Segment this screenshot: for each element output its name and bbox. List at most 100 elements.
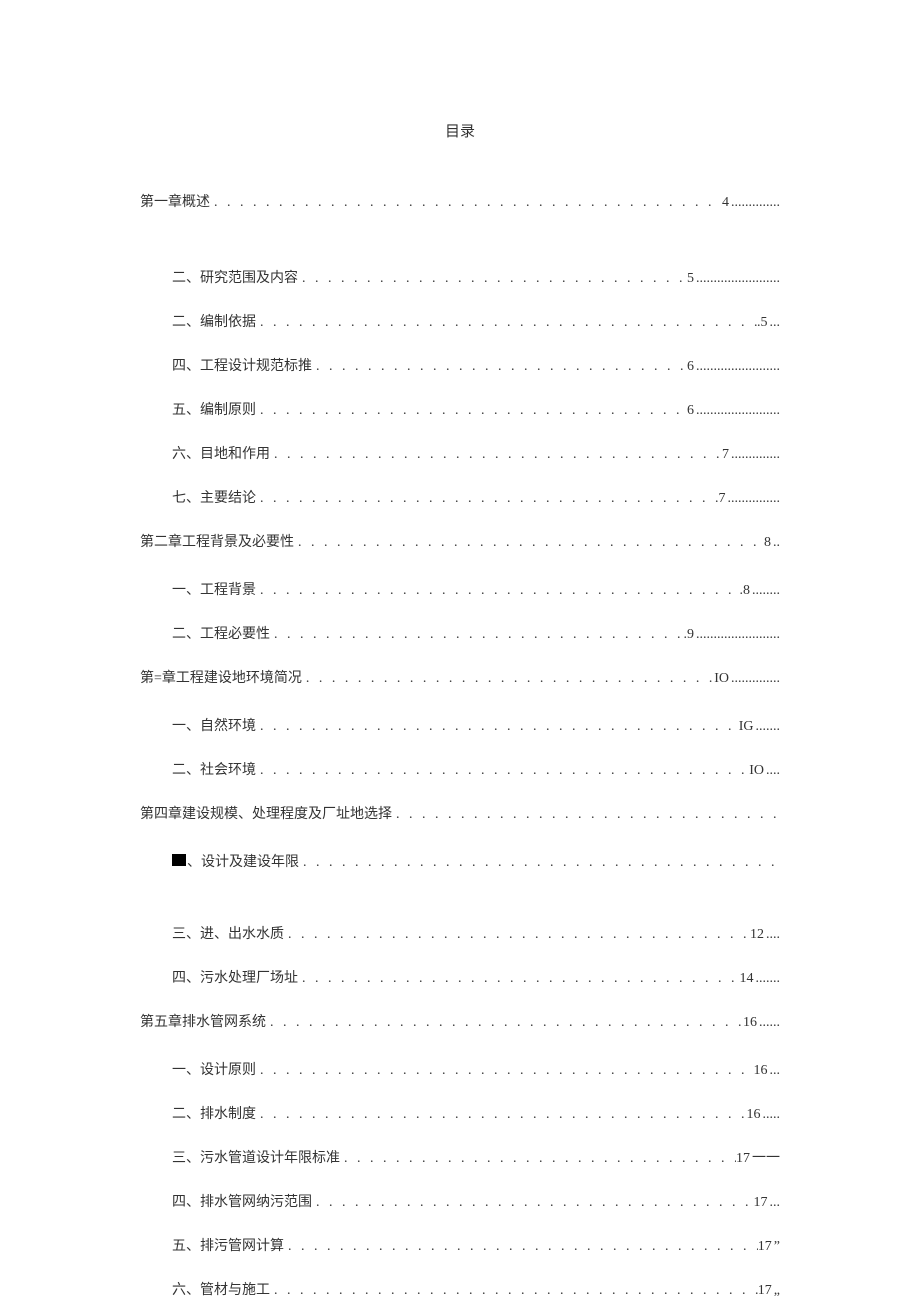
toc-entry: 二、社会环境IO.... <box>172 759 780 779</box>
toc-page-number: .5 <box>757 315 768 331</box>
toc-leader-dots <box>284 1239 758 1255</box>
toc-entry-text: 六、管材与施工 <box>172 1279 270 1299</box>
toc-trail: ............... <box>726 491 781 507</box>
toc-leader-dots <box>256 1107 747 1123</box>
toc-page-number: .9 <box>684 627 695 643</box>
table-of-contents: 第一章概述4..............二、研究范围及内容5..........… <box>140 191 780 1299</box>
toc-page-number: 14 <box>740 971 754 987</box>
toc-entry-text: 第五章排水管网系统 <box>140 1011 266 1031</box>
toc-trail: ” <box>772 1239 780 1255</box>
toc-leader-dots <box>256 403 687 419</box>
toc-entry-text: 第四章建设规模、处理程度及厂址地选择 <box>140 803 392 823</box>
toc-leader-dots <box>312 1195 754 1211</box>
toc-page-number: 7 <box>722 447 729 463</box>
toc-trail: ........................ <box>694 271 780 287</box>
toc-trail: .... <box>764 763 780 779</box>
toc-entry-text: 一、设计原则 <box>172 1059 256 1079</box>
toc-entry: 第一章概述 4.............. <box>140 191 780 211</box>
toc-trail: 一一 <box>750 1147 780 1167</box>
toc-page-number: 17 <box>758 1283 772 1299</box>
toc-page-number: 5 <box>687 271 694 287</box>
toc-leader-dots <box>256 583 740 599</box>
toc-page-number: 6 <box>687 403 694 419</box>
toc-entry-text: 三、污水管道设计年限标准 <box>172 1147 340 1167</box>
toc-page-number: 17 <box>754 1195 768 1211</box>
toc-leader-dots <box>270 1283 758 1299</box>
toc-entry: 一、工程背景.8 ........ <box>172 579 780 599</box>
toc-entry-text: 二、排水制度 <box>172 1103 256 1123</box>
toc-trail: .............. <box>729 195 780 211</box>
toc-entry: 第=章工程建设地环境简况IO .............. <box>140 667 780 687</box>
toc-page-number: 6 <box>687 359 694 375</box>
toc-leader-dots <box>302 671 714 687</box>
toc-trail: ...... <box>757 1015 780 1031</box>
toc-entry: 五、编制原则 6........................ <box>172 399 780 419</box>
toc-trail: ..... <box>761 1107 781 1123</box>
toc-page-number: 12 <box>750 927 764 943</box>
toc-page-number: 17 <box>758 1239 772 1255</box>
toc-trail: ....... <box>754 971 781 987</box>
toc-leader-dots <box>266 1015 743 1031</box>
toc-trail: ... <box>768 1195 781 1211</box>
toc-leader-dots <box>312 359 687 375</box>
toc-trail: .............. <box>729 671 780 687</box>
toc-leader-dots <box>256 315 757 331</box>
toc-entry: 二、研究范围及内容 5........................ <box>172 267 780 287</box>
toc-trail: ........................ <box>694 403 780 419</box>
toc-entry: 六、目地和作用 7.............. <box>172 443 780 463</box>
toc-entry-text: 第二章工程背景及必要性 <box>140 531 294 551</box>
toc-trail: ........................ <box>694 627 780 643</box>
toc-entry: 三、进、出水水质12.... <box>172 923 780 943</box>
toc-entry-text: 七、主要结论 <box>172 487 256 507</box>
toc-trail: .............. <box>729 447 780 463</box>
toc-entry-text: 四、污水处理厂场址 <box>172 967 298 987</box>
toc-entry: 五、排污管网计算 17” <box>172 1235 780 1255</box>
toc-entry-text: 五、排污管网计算 <box>172 1235 284 1255</box>
toc-trail: ....... <box>754 719 781 735</box>
toc-entry-text: 、设计及建设年限 <box>172 851 299 871</box>
toc-entry: 二、工程必要性 .9 ........................ <box>172 623 780 643</box>
toc-leader-dots <box>256 491 715 507</box>
toc-entry: 二、排水制度16..... <box>172 1103 780 1123</box>
toc-entry: 七、主要结论 .7 ............... <box>172 487 780 507</box>
toc-entry: 四、排水管网纳污范围 17... <box>172 1191 780 1211</box>
toc-entry: 一、自然环境 IG ....... <box>172 715 780 735</box>
toc-trail: ... <box>768 315 781 331</box>
toc-leader-dots <box>340 1151 736 1167</box>
toc-entry: 、设计及建设年限 <box>172 851 780 871</box>
toc-entry-text: 四、排水管网纳污范围 <box>172 1191 312 1211</box>
toc-page-number: IG <box>739 719 754 735</box>
toc-entry-text: 四、工程设计规范标推 <box>172 355 312 375</box>
toc-trail: .... <box>764 927 780 943</box>
toc-leader-dots <box>210 195 722 211</box>
toc-entry-text: 五、编制原则 <box>172 399 256 419</box>
toc-entry-text: 二、编制依据 <box>172 311 256 331</box>
toc-trail: .. <box>771 535 780 551</box>
toc-entry: 一、设计原则 16... <box>172 1059 780 1079</box>
toc-entry-text: 六、目地和作用 <box>172 443 270 463</box>
toc-entry-text: 二、社会环境 <box>172 759 256 779</box>
toc-trail: ........................ <box>694 359 780 375</box>
toc-entry-text: 二、工程必要性 <box>172 623 270 643</box>
toc-page-number: 16 <box>754 1063 768 1079</box>
toc-entry: 第五章排水管网系统16...... <box>140 1011 780 1031</box>
toc-entry: 二、编制依据 .5... <box>172 311 780 331</box>
toc-leader-dots <box>256 1063 754 1079</box>
toc-entry: 第二章工程背景及必要性 8.. <box>140 531 780 551</box>
toc-entry-text: 一、自然环境 <box>172 715 256 735</box>
toc-entry-text: 二、研究范围及内容 <box>172 267 298 287</box>
toc-entry: 三、污水管道设计年限标准 17 一一 <box>172 1147 780 1167</box>
toc-leader-dots <box>256 719 739 735</box>
toc-title: 目录 <box>140 120 780 141</box>
toc-leader-dots <box>270 627 684 643</box>
toc-leader-dots <box>270 447 722 463</box>
toc-leader-dots <box>299 855 778 871</box>
toc-page-number: 8 <box>764 535 771 551</box>
toc-page-number: 4 <box>722 195 729 211</box>
toc-trail: ... <box>768 1063 781 1079</box>
toc-trail: ........ <box>750 583 780 599</box>
toc-page-number: 17 <box>736 1151 750 1167</box>
toc-leader-dots <box>392 807 778 823</box>
toc-page-number: .7 <box>715 491 726 507</box>
toc-entry-text: 第一章概述 <box>140 191 210 211</box>
